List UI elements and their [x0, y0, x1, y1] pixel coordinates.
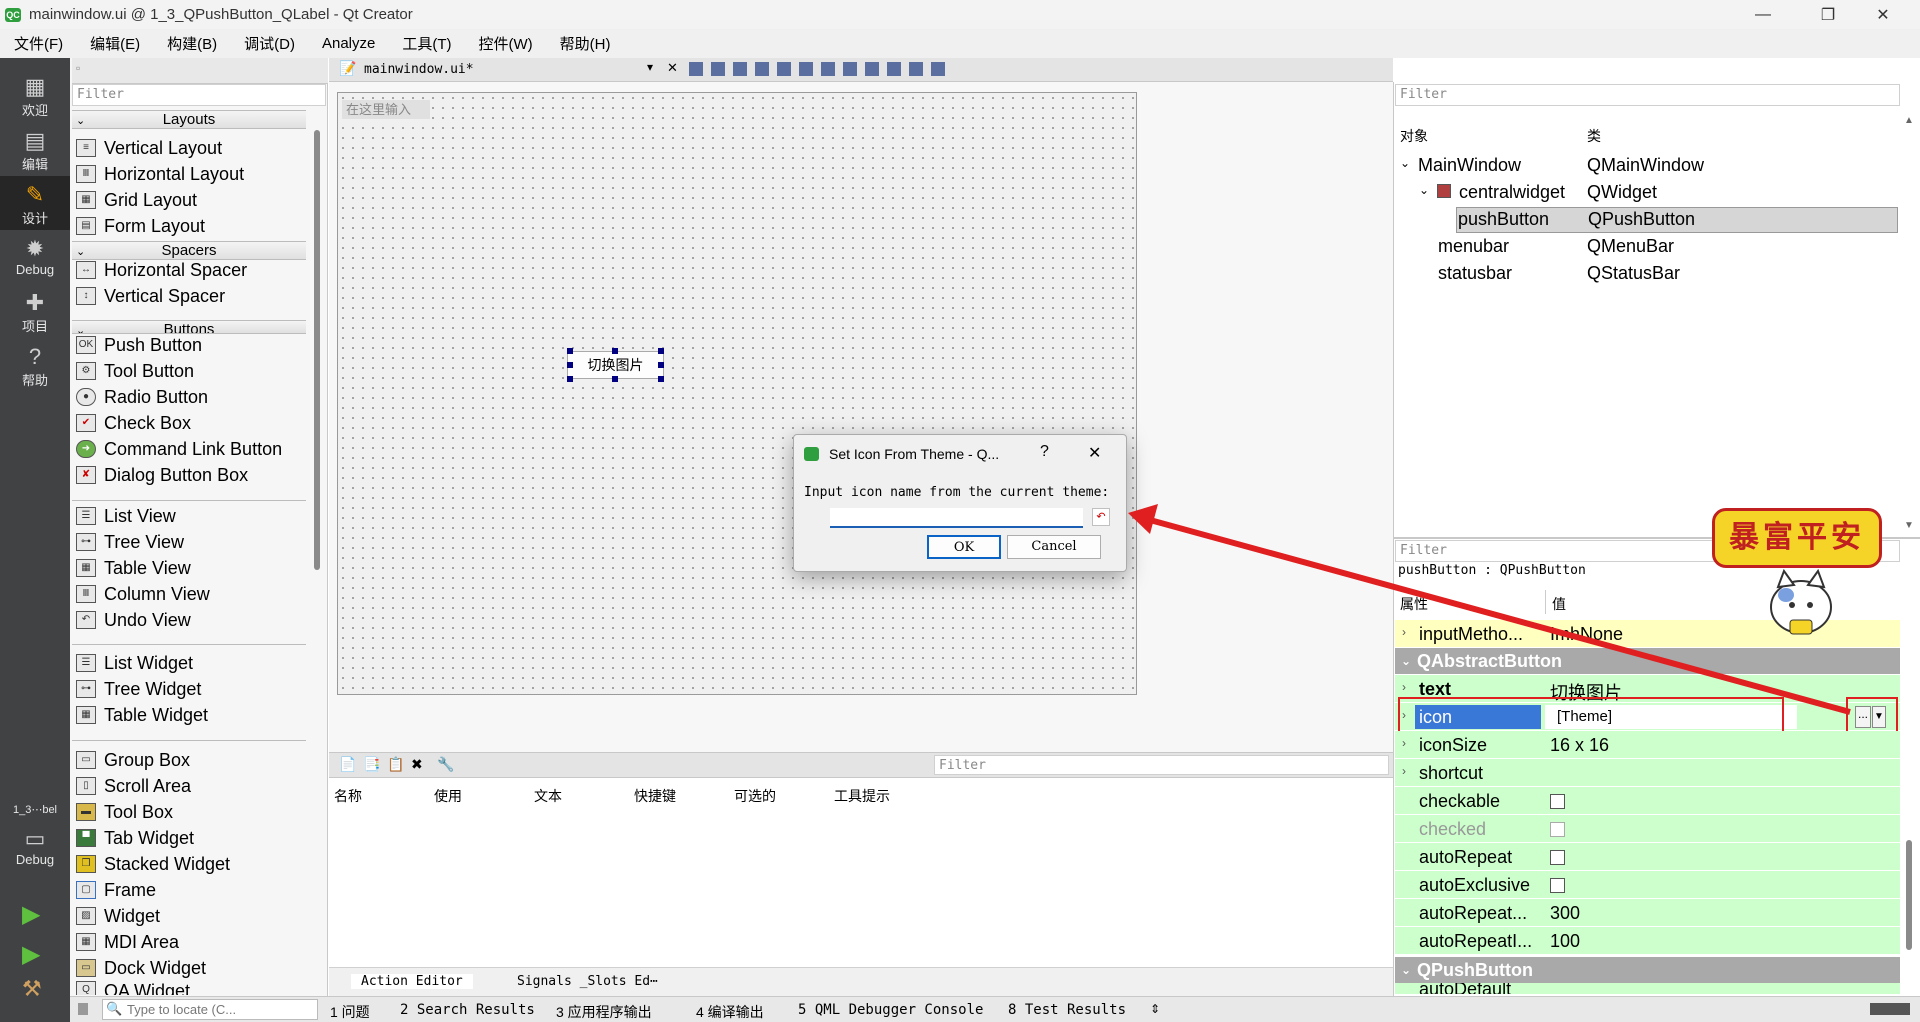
- annotation-arrow: [1128, 504, 1851, 715]
- sticker-badge: 暴富平安: [1712, 508, 1882, 568]
- arrow-head: [1128, 504, 1158, 534]
- cat-sticker: [1756, 565, 1846, 645]
